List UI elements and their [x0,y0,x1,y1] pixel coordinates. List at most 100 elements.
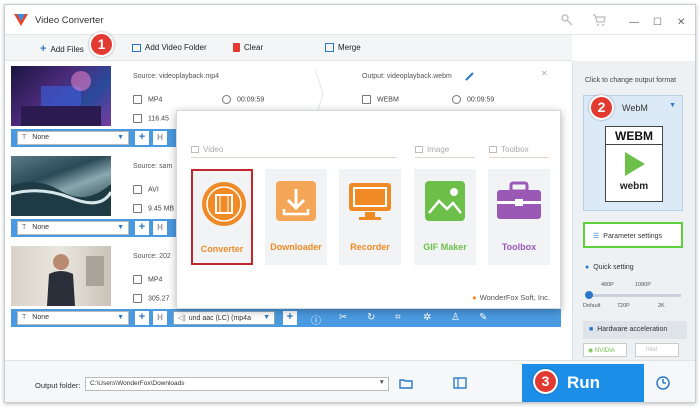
key-icon[interactable] [560,13,574,27]
recorder-tile[interactable]: Recorder [339,169,401,265]
film-icon [133,95,142,104]
clock-icon [452,95,461,104]
merge-button[interactable]: Merge [325,43,361,52]
audio-track-select[interactable]: ◁) und aac (LC) (mp4a ▼ [173,311,275,325]
bottom-bar: Output folder: C:\Users\WonderFox\Downlo… [5,360,695,402]
watermark-icon[interactable]: ♙ [451,312,460,323]
minimize-button[interactable]: — [629,17,639,28]
file-icon [133,294,142,303]
rotate-icon[interactable]: ↻ [367,312,375,323]
subtitle-select[interactable]: T None ▼ [17,221,129,235]
webm-format-icon: WEBM webm [605,126,663,202]
add-subtitle-button[interactable]: + [135,311,149,325]
gif-maker-tile[interactable]: GIF Maker [414,169,476,265]
toolbox-section-icon [489,146,497,154]
quick-setting-label: ● Quick setting [585,264,634,271]
cart-icon[interactable] [592,13,606,27]
subtitle-h-button[interactable]: H [153,131,167,145]
output-folder-input[interactable]: C:\Users\WonderFox\Downloads ▼ [85,377,389,391]
section-divider [191,157,397,158]
cut-icon[interactable]: ✂ [339,312,347,323]
alarm-clock-icon[interactable] [655,374,671,390]
quick-setting-icon: ● [585,264,590,271]
quality-slider[interactable] [585,291,681,299]
parameter-settings-button[interactable]: ☰ Parameter settings [583,222,683,248]
remove-item-icon[interactable]: ✕ [541,69,548,78]
output-duration: 00:09:59 [452,95,494,104]
nvidia-button[interactable]: ◉ NVIDIA [583,343,627,357]
plus-icon: + [40,43,47,55]
settings-sliders-icon: ☰ [593,233,600,240]
folder-icon [132,43,141,52]
crop-icon[interactable]: ⌗ [395,312,401,323]
subtitle-h-button[interactable]: H [153,221,167,235]
edit-icon[interactable] [465,72,474,81]
quality-slider-handle[interactable] [585,291,593,299]
output-folder-icon[interactable] [453,377,467,389]
video-thumbnail [11,156,111,216]
subtitle-h-button[interactable]: H [153,311,167,325]
section-divider [489,157,549,158]
app-window: Video Converter — ☐ ✕ + Add Files ▼ Add … [4,4,696,403]
film-icon [133,185,142,194]
app-logo-icon [14,14,28,26]
output-format-hint: Click to change output format [585,77,677,84]
subtitle-select[interactable]: T None ▼ [17,311,129,325]
chip-icon: ■ [589,326,594,333]
source-size: 305.27 [133,294,169,303]
intel-button[interactable]: Intel [635,343,679,357]
converter-icon [202,182,246,226]
brand-footer: ● WonderFox Soft, Inc. [472,293,550,302]
output-folder-label: Output folder: [35,381,81,390]
converter-tile[interactable]: Converter [191,169,253,265]
chevron-down-icon[interactable]: ▼ [379,379,385,386]
monitor-icon [349,183,391,220]
step-badge-2: 2 [589,95,614,120]
add-subtitle-button[interactable]: + [135,221,149,235]
film-icon [362,95,371,104]
video-thumbnail [11,246,111,306]
trash-icon [233,43,240,52]
title-bar: Video Converter — ☐ ✕ [5,5,695,35]
chevron-down-icon: ▼ [669,102,676,109]
step-badge-1: 1 [89,32,114,57]
source-format: MP4 [133,95,162,104]
source-duration: 00:09:59 [222,95,264,104]
source-filename: Source: 202 [133,253,171,260]
hardware-acceleration-toggle[interactable]: ■ Hardware acceleration [583,321,687,339]
video-section-icon [191,146,199,154]
file-icon [133,204,142,213]
add-subtitle-button[interactable]: + [135,131,149,145]
effects-icon[interactable]: ✲ [423,312,431,323]
info-icon[interactable]: ⓘ [311,312,321,327]
merge-icon [325,43,334,52]
source-size: 9.45 MB [133,204,174,213]
section-image: Image [415,145,449,154]
source-filename: Source: videoplayback.mp4 [133,73,219,80]
format-label: WebM [622,103,648,113]
image-icon [425,181,465,221]
source-size: 116.45 [133,114,169,123]
step-badge-3: 3 [533,369,558,394]
clear-button[interactable]: Clear [233,43,263,52]
maximize-button[interactable]: ☐ [653,17,662,28]
open-folder-icon[interactable] [399,378,413,389]
downloader-tile[interactable]: Downloader [265,169,327,265]
subtitle-select[interactable]: T None ▼ [17,131,129,145]
file-icon [133,114,142,123]
item-options-bar: T None ▼ + H ◁) und aac (LC) (mp4a ▼ + ⓘ ✂ ↻… [11,309,561,327]
section-divider [415,157,475,158]
edit-subtitle-icon[interactable]: ✎ [479,312,487,323]
film-icon [133,275,142,284]
toolbox-icon [497,181,541,219]
output-format: WEBM [362,95,399,104]
tools-popup: Video Image Toolbox Converter Downloader [176,110,561,309]
clock-icon [222,95,231,104]
section-toolbox: Toolbox [489,145,529,154]
add-video-folder-button[interactable]: Add Video Folder [132,43,207,52]
add-audio-button[interactable]: + [283,311,297,325]
toolbox-tile[interactable]: Toolbox [488,169,550,265]
play-icon [625,152,645,176]
close-button[interactable]: ✕ [677,17,685,28]
window-title: Video Converter [35,15,104,26]
